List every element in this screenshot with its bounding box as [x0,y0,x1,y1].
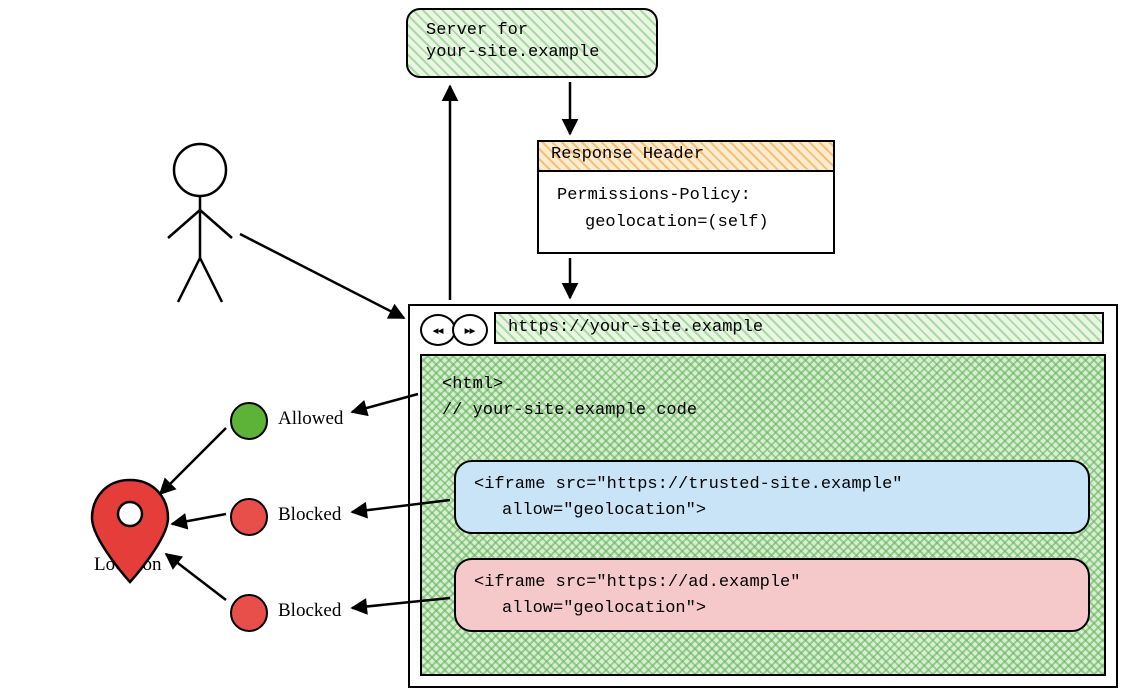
iframe-trusted-line1: <iframe src="https://trusted-site.exampl… [474,472,1070,498]
server-label-line2: your-site.example [426,42,638,64]
html-code-line2: // your-site.example code [442,398,1096,424]
browser-forward-button[interactable]: ▸▸ [452,314,488,346]
arrow-allowed-to-pin [160,428,226,494]
iframe-ad-line1: <iframe src="https://ad.example" [474,570,1070,596]
location-label: Location [94,554,162,576]
response-header-title: Response Header [551,145,704,164]
response-header-body: Permissions-Policy: geolocation=(self) [537,170,835,254]
status-label-blocked-1: Blocked [278,504,341,526]
server-label-line1: Server for [426,20,638,42]
status-dot-blocked-2 [230,594,268,632]
status-dot-blocked-1 [230,498,268,536]
iframe-ad-box: <iframe src="https://ad.example" allow="… [454,558,1090,632]
response-header-line2: geolocation=(self) [557,209,815,236]
server-box: Server for your-site.example [406,8,658,78]
response-header-title-box: Response Header [537,140,835,172]
url-text: https://your-site.example [508,318,763,337]
arrow-blocked2-to-pin [166,554,226,600]
status-dot-allowed [230,402,268,440]
url-bar[interactable]: https://your-site.example [494,312,1104,344]
rewind-icon: ◂◂ [431,321,441,340]
browser-back-button[interactable]: ◂◂ [420,314,456,346]
status-label-allowed: Allowed [278,408,343,430]
arrow-user-to-browser [240,234,404,318]
forward-icon: ▸▸ [463,321,473,340]
iframe-trusted-line2: allow="geolocation"> [474,498,1070,524]
arrow-blocked1-to-pin [172,514,226,524]
user-icon [168,144,232,302]
status-label-blocked-2: Blocked [278,600,341,622]
html-code-line1: <html> [442,372,1096,398]
iframe-ad-line2: allow="geolocation"> [474,596,1070,622]
response-header-line1: Permissions-Policy: [557,182,815,209]
iframe-trusted-box: <iframe src="https://trusted-site.exampl… [454,460,1090,534]
